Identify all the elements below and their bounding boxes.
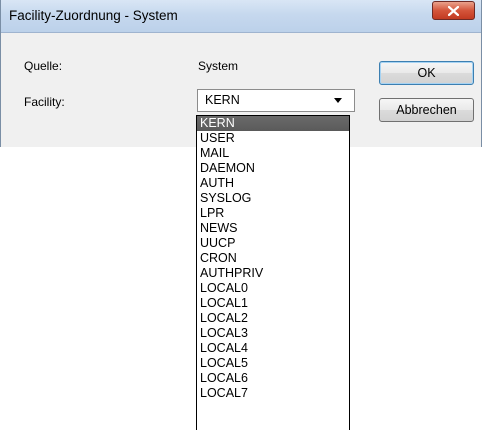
dropdown-option[interactable]: AUTH: [197, 176, 349, 191]
facility-dropdown-list[interactable]: KERN USER MAIL DAEMON AUTH SYSLOG LPR NEWS UUCP C…: [196, 115, 350, 430]
dropdown-option[interactable]: LOCAL2: [197, 311, 349, 326]
dropdown-option[interactable]: UUCP: [197, 236, 349, 251]
facility-combobox-value: KERN: [205, 93, 240, 107]
ok-button[interactable]: OK: [379, 61, 474, 85]
facility-combobox[interactable]: KERN: [197, 89, 355, 112]
dropdown-option[interactable]: LOCAL3: [197, 326, 349, 341]
dropdown-option[interactable]: MAIL: [197, 146, 349, 161]
dropdown-option[interactable]: USER: [197, 131, 349, 146]
chevron-down-icon[interactable]: [334, 98, 342, 103]
dropdown-option[interactable]: SYSLOG: [197, 191, 349, 206]
close-icon: [448, 6, 459, 16]
window-title: Facility-Zuordnung - System: [9, 8, 178, 23]
source-value: System: [198, 59, 239, 73]
dropdown-option[interactable]: LOCAL7: [197, 386, 349, 401]
source-label: Quelle:: [24, 59, 63, 73]
dropdown-option[interactable]: AUTHPRIV: [197, 266, 349, 281]
cancel-button[interactable]: Abbrechen: [379, 98, 474, 122]
facility-label: Facility:: [24, 95, 65, 109]
dropdown-option[interactable]: CRON: [197, 251, 349, 266]
dropdown-option[interactable]: DAEMON: [197, 161, 349, 176]
dropdown-option[interactable]: LOCAL1: [197, 296, 349, 311]
dropdown-option[interactable]: LPR: [197, 206, 349, 221]
dropdown-option[interactable]: LOCAL0: [197, 281, 349, 296]
dropdown-option[interactable]: KERN: [197, 116, 349, 131]
dropdown-option[interactable]: NEWS: [197, 221, 349, 236]
title-bar[interactable]: Facility-Zuordnung - System: [1, 0, 481, 33]
close-button[interactable]: [432, 1, 475, 20]
dropdown-option[interactable]: LOCAL4: [197, 341, 349, 356]
dropdown-option[interactable]: LOCAL5: [197, 356, 349, 371]
dropdown-option[interactable]: LOCAL6: [197, 371, 349, 386]
